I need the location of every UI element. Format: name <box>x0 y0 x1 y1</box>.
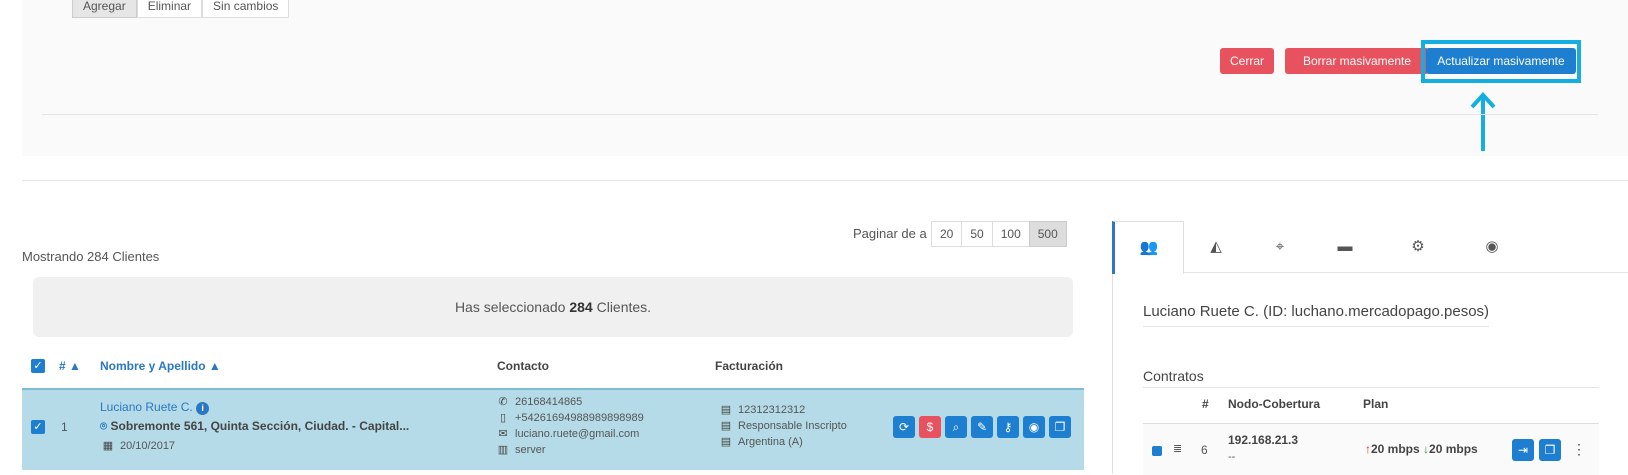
page-size-20[interactable]: 20 <box>931 221 963 247</box>
contact-server: server <box>515 444 546 456</box>
contract-node-header: Nodo-Cobertura <box>1228 397 1320 411</box>
document-icon: ▤ <box>720 420 732 432</box>
search-icon: ⌕ <box>952 420 960 434</box>
eye-icon: ◉ <box>1485 238 1499 255</box>
sync-button[interactable]: ⟳ <box>893 416 915 438</box>
select-all-checkbox[interactable]: ✓ <box>31 359 45 373</box>
selected-count: 284 <box>569 299 593 315</box>
bulk-actions-panel <box>22 0 1628 156</box>
tab-payments[interactable]: ▬ <box>1311 221 1379 273</box>
change-type-toggle: Agregar Eliminar Sin cambios <box>72 0 290 18</box>
contract-num-header: # <box>1202 397 1209 411</box>
page-size-selector: 20 50 100 500 <box>931 221 1067 247</box>
billing-country: Argentina (A) <box>738 436 803 448</box>
no-change-toggle-button[interactable]: Sin cambios <box>202 0 290 18</box>
info-icon[interactable]: i <box>196 402 210 415</box>
users-cog-icon: 👥 <box>1139 239 1159 256</box>
pencil-icon: ✎ <box>976 420 988 434</box>
contract-ip-sub: -- <box>1228 451 1236 463</box>
plan-upload: 20 mbps <box>1371 442 1420 456</box>
area-chart-icon: ◭ <box>1210 238 1222 255</box>
contact-email: luciano.ruete@gmail.com <box>515 428 640 440</box>
location-icon: ⌖ <box>1275 238 1285 255</box>
client-name-link[interactable]: Luciano Ruete C. <box>100 400 193 414</box>
contract-status-indicator <box>1152 446 1162 456</box>
billing-header: Facturación <box>715 359 784 373</box>
contract-ip: 192.168.21.3 <box>1228 433 1299 447</box>
contact-phone: 26168414865 <box>515 396 583 408</box>
sort-by-name[interactable]: Nombre y Apellido ▲ <box>100 359 221 373</box>
sign-out-icon: ⇥ <box>1517 443 1529 457</box>
arrow-up-indicator-icon <box>1470 92 1496 151</box>
client-detail-title: Luciano Ruete C. (ID: luchano.mercadopag… <box>1143 303 1490 327</box>
document-icon: ▤ <box>720 436 732 448</box>
contracts-label: Contratos <box>1143 368 1204 384</box>
tab-location[interactable]: ⌖ <box>1246 221 1314 273</box>
billing-tax-id: 12312312312 <box>738 404 806 416</box>
tab-view[interactable]: ◉ <box>1458 221 1526 273</box>
paginate-label: Paginar de a <box>853 226 927 241</box>
check-icon: ✓ <box>33 360 43 372</box>
divider <box>1143 387 1599 388</box>
kebab-icon[interactable]: ⋮ <box>1572 441 1586 458</box>
page-size-100[interactable]: 100 <box>991 221 1030 247</box>
close-button[interactable]: Cerrar <box>1220 48 1274 74</box>
search-button[interactable]: ⌕ <box>945 416 967 438</box>
copy-contract-button[interactable]: ❐ <box>1539 439 1561 461</box>
row-index: 1 <box>61 420 68 434</box>
billing-tax-condition: Responsable Inscripto <box>738 420 847 432</box>
remove-toggle-button[interactable]: Eliminar <box>136 0 203 18</box>
tab-client[interactable]: 👥 <box>1112 221 1184 274</box>
client-address: Sobremonte 561, Quinta Sección, Ciudad. … <box>110 419 410 433</box>
row-checkbox[interactable]: ✓ <box>31 420 45 434</box>
copy-icon: ❐ <box>1544 443 1556 457</box>
edit-button[interactable]: ✎ <box>971 416 993 438</box>
contact-header: Contacto <box>497 359 549 373</box>
key-icon: ⚷ <box>1003 420 1013 434</box>
clients-count-label: Mostrando 284 Clientes <box>22 249 160 264</box>
map-pin-icon: ⌾ <box>100 419 108 433</box>
divider <box>22 180 1628 181</box>
signal-icon: ≣ <box>1173 443 1183 455</box>
plan-download: 20 mbps <box>1429 442 1478 456</box>
dollar-icon: $ <box>926 420 934 434</box>
check-icon: ✓ <box>33 421 43 433</box>
envelope-icon: ✉ <box>498 428 508 440</box>
contract-number: 6 <box>1201 443 1208 457</box>
copy-button[interactable]: ❐ <box>1049 416 1071 438</box>
add-toggle-button[interactable]: Agregar <box>72 0 137 18</box>
map-icon: ▥ <box>497 444 509 456</box>
credentials-button[interactable]: ⚷ <box>997 416 1019 438</box>
credit-card-icon: ▬ <box>1337 238 1353 255</box>
id-card-icon: ▤ <box>720 404 732 416</box>
view-button[interactable]: ◉ <box>1023 416 1045 438</box>
tab-traffic[interactable]: ◭ <box>1182 221 1250 273</box>
phone-icon: ✆ <box>498 396 508 408</box>
calendar-icon: ▦ <box>102 440 114 452</box>
tab-apps[interactable]: ⚙ <box>1384 221 1452 273</box>
client-since-date: 20/10/2017 <box>120 440 176 452</box>
payment-button[interactable]: $ <box>919 416 941 438</box>
sort-by-number[interactable]: # ▲ <box>59 359 81 373</box>
copy-icon: ❐ <box>1054 420 1066 434</box>
page-size-50[interactable]: 50 <box>961 221 993 247</box>
contract-plan-header: Plan <box>1363 397 1389 411</box>
android-apple-icon: ⚙ <box>1411 238 1425 255</box>
selection-summary: Has seleccionado 284 Clientes. <box>33 277 1073 337</box>
page-size-500[interactable]: 500 <box>1028 221 1067 247</box>
bulk-delete-button[interactable]: Borrar masivamente <box>1285 48 1429 74</box>
disconnect-button[interactable]: ⇥ <box>1512 439 1534 461</box>
eye-icon: ◉ <box>1028 420 1040 434</box>
contact-mobile: +54261694988989898989 <box>515 412 644 424</box>
divider <box>42 114 1598 115</box>
highlight-box <box>1421 40 1581 83</box>
refresh-icon: ⟳ <box>898 420 910 434</box>
mobile-icon: ▯ <box>499 412 507 424</box>
